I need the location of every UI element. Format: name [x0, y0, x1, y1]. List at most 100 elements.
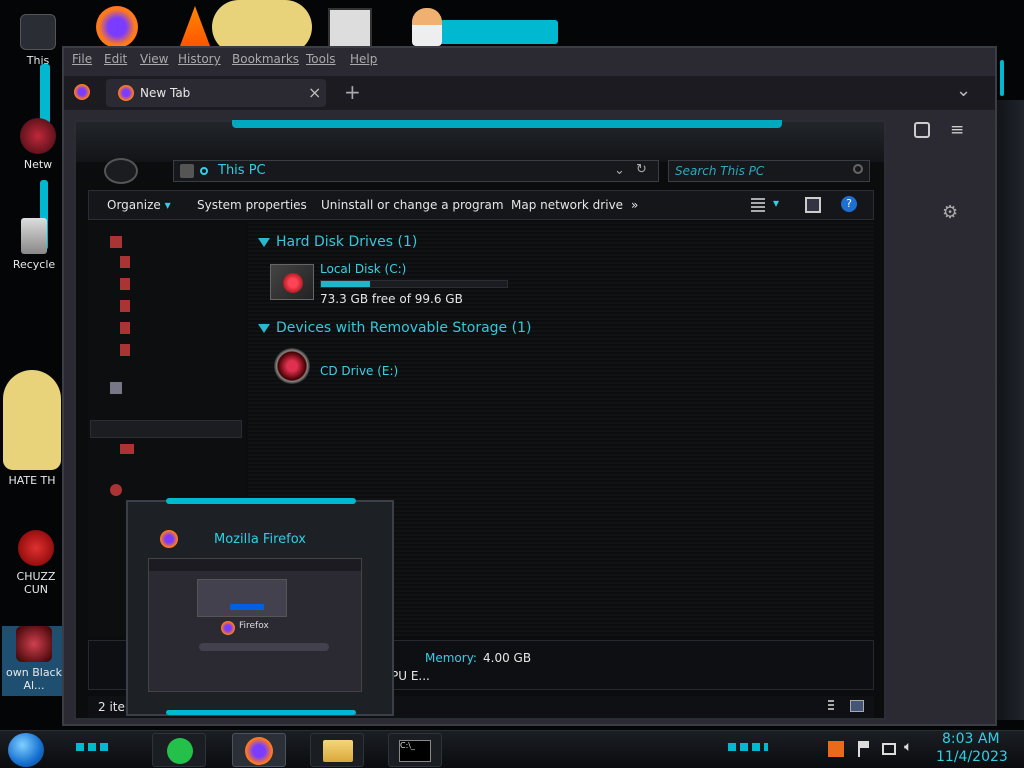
drive-free-space: 73.3 GB free of 99.6 GB — [320, 292, 463, 306]
search-box[interactable]: Search This PC — [668, 160, 870, 182]
newtab-settings-icon[interactable]: ⚙ — [942, 202, 958, 223]
user-icon[interactable] — [412, 8, 442, 46]
menu-edit[interactable]: Edit — [104, 52, 127, 66]
menu-bookmarks[interactable]: Bookmarks — [232, 52, 299, 66]
desktop-icon-this-pc[interactable]: This — [6, 14, 70, 67]
menu-help[interactable]: Help — [350, 52, 377, 66]
folder-icon — [120, 278, 130, 290]
start-button[interactable] — [8, 733, 44, 767]
desktop-icon-recycle-bin[interactable]: Recycle — [2, 218, 66, 271]
drive-usage-fill — [321, 281, 371, 287]
vlc-icon[interactable] — [180, 6, 210, 46]
chevron-down-icon — [258, 323, 270, 333]
tab-close-button[interactable]: × — [308, 83, 321, 102]
address-dropdown-icon[interactable]: ⌄ — [614, 163, 625, 178]
network-icon — [20, 118, 56, 154]
more-commands-button[interactable]: » — [631, 198, 638, 212]
drive-name: Local Disk (C:) — [320, 262, 407, 276]
group-removable-storage[interactable]: Devices with Removable Storage (1) — [258, 320, 531, 336]
drive-usage-bar — [320, 280, 508, 288]
memory-label: Memory: — [425, 651, 477, 665]
preview-search-bar — [199, 643, 329, 651]
firefox-view-icon[interactable] — [74, 84, 90, 100]
volume-icon[interactable]: 🔈︎ — [904, 739, 920, 755]
folder-icon — [120, 344, 130, 356]
chevron-down-icon — [258, 237, 270, 247]
address-text: This PC — [218, 163, 266, 178]
search-icon[interactable] — [853, 164, 863, 174]
taskbar-thumbnail-preview[interactable]: Mozilla Firefox Firefox — [126, 498, 394, 716]
breadcrumb-dot-icon — [200, 167, 208, 175]
clock-date[interactable]: 11/4/2023 — [936, 749, 1008, 765]
frame-accent — [40, 64, 50, 124]
memory-value: 4.00 GB — [483, 651, 532, 665]
taskbar-firefox-button[interactable] — [232, 733, 286, 767]
menu-tools[interactable]: Tools — [306, 52, 336, 66]
taskbar-explorer-button[interactable] — [310, 733, 364, 767]
taskbar: C:\_ 🔈︎ 8:03 AM 11/4/2023 — [0, 730, 1024, 768]
menu-history[interactable]: History — [178, 52, 221, 66]
desktop-icon-black-al[interactable]: own Black Al... — [2, 626, 66, 696]
large-icons-view-icon[interactable] — [850, 700, 864, 712]
computer-icon — [20, 14, 56, 50]
quick-access-icon — [110, 236, 122, 248]
preview-brand: Firefox — [239, 621, 269, 631]
terminal-icon: C:\_ — [399, 740, 431, 762]
character-sticker-icon — [3, 370, 61, 470]
menu-view[interactable]: View — [140, 52, 168, 66]
firefox-menubar: File Edit View History Bookmarks Tools H… — [64, 48, 995, 72]
folder-icon — [120, 322, 130, 334]
chuzzle-icon — [18, 530, 54, 566]
drive-local-disk-c[interactable]: Local Disk (C:) 73.3 GB free of 99.6 GB — [320, 262, 508, 306]
uninstall-program-button[interactable]: Uninstall or change a program — [321, 198, 504, 212]
dropdown-arrow-icon: ▾ — [164, 198, 171, 212]
computer-icon — [180, 164, 194, 178]
frame-accent — [166, 710, 356, 715]
clock-time[interactable]: 8:03 AM — [942, 731, 1000, 747]
desktop-icon-network[interactable]: Netw — [6, 118, 70, 171]
organize-button[interactable]: Organize ▾ — [107, 198, 171, 212]
firefox-icon — [245, 737, 273, 765]
system-properties-button[interactable]: System properties — [197, 198, 307, 212]
tab-new-tab[interactable]: New Tab × — [106, 79, 326, 107]
details-view-icon[interactable] — [828, 700, 834, 712]
folder-icon — [323, 740, 353, 762]
app-icon[interactable] — [328, 8, 372, 48]
taskbar-accent — [76, 743, 112, 751]
network-tray-icon[interactable] — [882, 743, 896, 755]
firefox-desktop-icon[interactable] — [96, 6, 138, 48]
folder-icon — [120, 300, 130, 312]
new-tab-button[interactable]: + — [344, 80, 361, 104]
view-options-icon[interactable] — [751, 198, 765, 212]
cd-drive-icon — [274, 348, 310, 384]
desktop-icon-hate[interactable]: HATE TH — [0, 370, 64, 487]
frame-accent — [232, 120, 782, 128]
preview-pane-icon[interactable] — [805, 197, 821, 213]
group-hard-disk-drives[interactable]: Hard Disk Drives (1) — [258, 234, 417, 250]
preview-dialog — [197, 579, 287, 617]
taskbar-notes-button[interactable] — [152, 733, 206, 767]
firefox-logo-icon — [221, 621, 235, 635]
flag-icon[interactable] — [858, 741, 874, 757]
processor-value: PU E... — [391, 669, 430, 683]
nav-item-this-pc[interactable] — [90, 420, 242, 438]
map-network-drive-button[interactable]: Map network drive — [511, 198, 623, 212]
firefox-icon — [160, 530, 178, 548]
help-icon[interactable]: ? — [841, 196, 857, 212]
firefox-icon — [118, 85, 134, 101]
desktop-icon-chuzzle[interactable]: CHUZZ CUN — [4, 530, 68, 596]
frame-accent — [440, 20, 558, 44]
java-tray-icon[interactable] — [828, 741, 844, 757]
menu-file[interactable]: File — [72, 52, 92, 66]
puzzle-icon[interactable] — [914, 122, 930, 138]
drive-cd-e[interactable]: CD Drive (E:) — [320, 364, 398, 378]
taskbar-cmd-button[interactable]: C:\_ — [388, 733, 442, 767]
app-menu-button[interactable]: ≡ — [950, 120, 964, 140]
list-all-tabs-button[interactable]: ⌄ — [956, 80, 971, 101]
view-dropdown-icon[interactable]: ▾ — [773, 196, 779, 210]
explorer-title-frame — [76, 120, 884, 162]
address-bar[interactable]: This PC ⌄ ↻ — [173, 160, 659, 182]
refresh-icon[interactable]: ↻ — [636, 162, 647, 177]
back-forward-orb[interactable] — [104, 158, 138, 184]
thumbnail-window-preview: Firefox — [148, 558, 362, 692]
